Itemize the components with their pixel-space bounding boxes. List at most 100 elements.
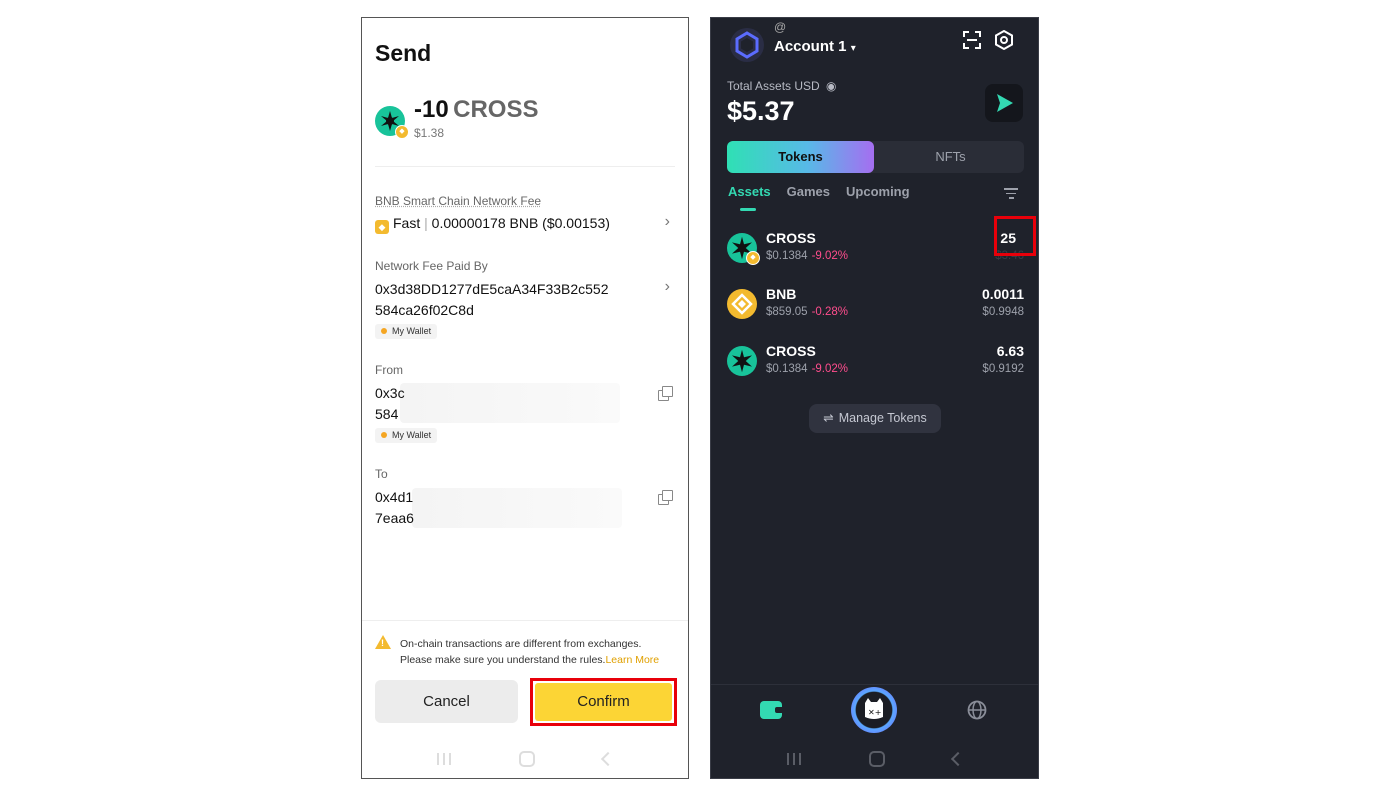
settings-icon[interactable] (994, 30, 1014, 50)
chevron-down-icon: ▾ (850, 43, 856, 54)
account-name: Account 1 (774, 38, 847, 55)
account-selector[interactable]: Account 1 ▾ (774, 38, 856, 55)
my-wallet-chip-label: My Wallet (392, 430, 432, 440)
fee-payer-address-line1: 0x3d38DD1277dE5caA34F33B2c552 (375, 281, 609, 297)
token-row-cross[interactable]: CROSS $0.1384 -9.02% 6.63 $0.9192 (727, 342, 1024, 382)
balance-highlight-box (994, 216, 1036, 256)
copy-icon[interactable] (658, 386, 673, 401)
asset-tabs: Tokens NFTs (727, 141, 1024, 173)
asset-subtabs: Assets Games Upcoming (728, 184, 910, 211)
fee-payer-address[interactable]: 0x3d38DD1277dE5caA34F33B2c552 584ca26f02… (375, 279, 609, 321)
token-change: -9.02% (811, 363, 849, 375)
my-wallet-chip: My Wallet (375, 428, 438, 443)
from-address-line1: 0x3c (375, 385, 405, 401)
wallet-screen: @ Account 1 ▾ Total Assets USD ◉ $5.37 T… (710, 17, 1039, 779)
chevron-right-icon[interactable]: › (665, 278, 670, 296)
my-wallet-chip: My Wallet (375, 324, 438, 339)
game-character-icon: ✕+ (865, 698, 883, 719)
redacted-address (400, 383, 620, 423)
token-name: CROSS (766, 343, 816, 359)
token-change: -0.28% (811, 306, 849, 318)
cancel-button[interactable]: Cancel (375, 680, 518, 723)
token-row-cross[interactable]: ◆ CROSS $0.1384 -9.02% 25 $3.46 (727, 229, 1024, 269)
token-name: CROSS (766, 230, 816, 246)
redacted-address (412, 488, 622, 528)
cross-token-icon: ◆ (727, 233, 760, 265)
scan-icon[interactable] (962, 30, 982, 50)
token-price-value: $859.05 (766, 306, 808, 318)
token-price: $859.05 -0.28% (766, 306, 848, 318)
send-screen: Send ◆ -10 CROSS $1.38 BNB Smart Chain N… (361, 17, 689, 779)
svg-text:✕+: ✕+ (868, 708, 881, 717)
home-icon[interactable] (519, 751, 535, 767)
fee-payer-address-line2: 584ca26f02C8d (375, 302, 474, 318)
from-label: From (375, 363, 403, 377)
chevron-right-icon[interactable]: › (665, 213, 670, 231)
confirm-button[interactable]: Confirm (535, 683, 672, 721)
wallet-nav-icon[interactable] (760, 701, 782, 719)
network-fee-label: BNB Smart Chain Network Fee (375, 194, 542, 208)
account-avatar-icon[interactable] (729, 27, 765, 63)
recent-apps-icon[interactable] (437, 753, 451, 765)
cross-token-icon (727, 346, 757, 376)
to-address: 0x4d1 7eaa6 (375, 487, 414, 529)
back-icon[interactable] (950, 751, 965, 767)
from-address-line2: 584 (375, 406, 399, 422)
token-row-bnb[interactable]: BNB $859.05 -0.28% 0.0011 $0.9948 (727, 285, 1024, 325)
filter-icon[interactable] (1004, 188, 1018, 202)
to-address-line1: 0x4d1 (375, 489, 414, 505)
token-balance: 6.63 (996, 343, 1024, 359)
total-assets-label-text: Total Assets USD (727, 79, 820, 93)
account-handle: @ (774, 20, 787, 34)
token-name: BNB (766, 286, 797, 302)
games-nav-button[interactable]: ✕+ (851, 687, 897, 733)
token-price: $0.1384 -9.02% (766, 363, 848, 375)
sliders-icon: ⇌ (823, 411, 834, 425)
subtab-games[interactable]: Games (787, 184, 830, 199)
bnb-badge-icon: ◆ (395, 125, 409, 139)
separator: | (424, 215, 428, 231)
to-label: To (375, 467, 388, 481)
send-arrow-icon (997, 94, 1013, 112)
divider (362, 620, 688, 621)
wallet-dot-icon (381, 328, 387, 334)
subtab-upcoming[interactable]: Upcoming (846, 184, 910, 199)
system-nav-bar (362, 746, 688, 772)
warning-line1: On-chain transactions are different from… (400, 638, 642, 650)
tab-tokens[interactable]: Tokens (727, 141, 874, 173)
fee-amount: 0.00000178 BNB ($0.00153) (431, 215, 610, 231)
my-wallet-chip-label: My Wallet (392, 326, 432, 336)
token-balance: 0.0011 (981, 286, 1024, 302)
divider (375, 166, 675, 167)
manage-tokens-label: Manage Tokens (838, 411, 927, 425)
to-address-line2: 7eaa6 (375, 510, 414, 526)
learn-more-link[interactable]: Learn More (605, 654, 659, 666)
token-usd: $0.9192 (982, 363, 1024, 375)
bnb-token-icon (727, 289, 757, 319)
bnb-icon: ◆ (375, 220, 389, 234)
system-nav-bar (711, 746, 1038, 772)
fee-speed: Fast (393, 215, 421, 231)
tab-nfts[interactable]: NFTs (877, 141, 1024, 173)
send-symbol: CROSS (453, 96, 539, 123)
manage-tokens-button[interactable]: ⇌ Manage Tokens (809, 404, 941, 433)
confirm-highlight-box: Confirm (530, 678, 677, 726)
send-amount-usd: $1.38 (414, 126, 445, 140)
fee-paid-by-label: Network Fee Paid By (375, 259, 488, 273)
divider (711, 684, 1038, 685)
recent-apps-icon[interactable] (786, 753, 801, 765)
token-usd: $0.9948 (982, 306, 1024, 318)
back-icon[interactable] (600, 751, 616, 767)
token-price-value: $0.1384 (766, 363, 808, 375)
cross-token-icon: ◆ (375, 106, 409, 139)
token-price: $0.1384 -9.02% (766, 250, 848, 262)
globe-icon[interactable] (967, 700, 987, 720)
send-button[interactable] (985, 84, 1023, 122)
subtab-assets[interactable]: Assets (728, 184, 771, 211)
page-title: Send (375, 40, 432, 66)
copy-icon[interactable] (658, 490, 673, 505)
wallet-dot-icon (381, 432, 387, 438)
home-icon[interactable] (868, 751, 885, 767)
network-fee-value[interactable]: ◆ Fast | 0.00000178 BNB ($0.00153) (375, 213, 610, 234)
eye-icon[interactable]: ◉ (826, 79, 836, 93)
